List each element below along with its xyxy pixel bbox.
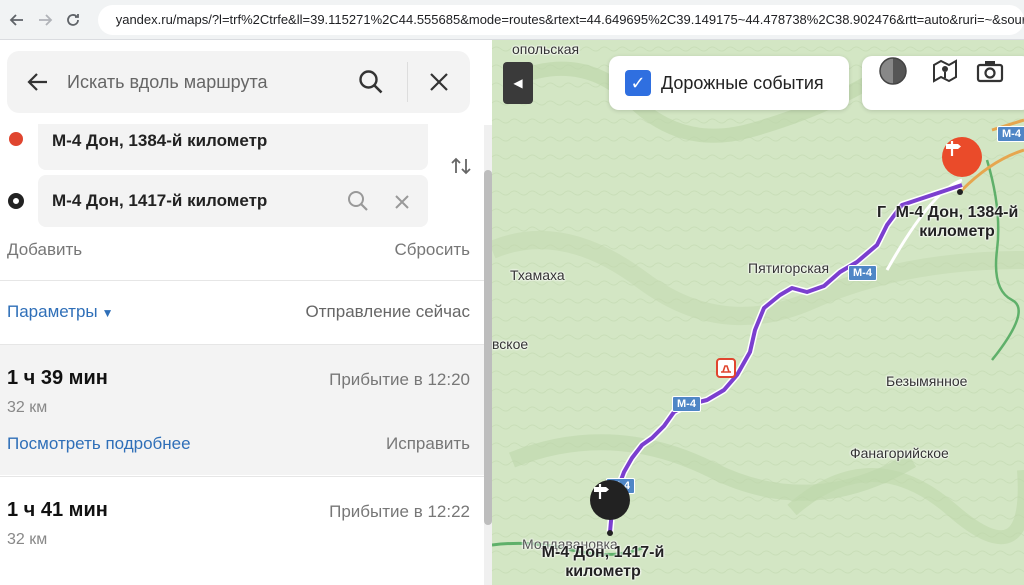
search-icon[interactable] [357,68,385,96]
layers-icon[interactable] [878,56,908,86]
road-badge: М-4 [672,396,701,412]
road-badge: М-4 [997,126,1024,142]
route-duration: 1 ч 41 мин [7,499,108,521]
road-badge: М-4 [848,265,877,281]
panorama-icon[interactable] [930,56,960,86]
collapse-panel-button[interactable]: ◀ [503,62,533,104]
back-arrow-icon[interactable] [6,9,28,31]
place-label: Г [877,204,887,221]
start-point-label: М-4 Дон, 1384-й километр [895,204,1019,240]
point-a-field[interactable]: М-4 Дон, 1384-й километр [38,124,428,170]
place-label: Тхамаха [510,267,565,283]
map-terrain [492,40,1024,585]
map-tools [862,56,1024,110]
route-arrival: Прибытие в 12:20 [329,370,470,389]
start-point-marker [9,132,23,146]
place-label: Пятигорская [748,260,830,276]
route-option-1[interactable]: 1 ч 39 мин Прибытие в 12:20 32 км Посмот… [0,345,484,475]
back-icon[interactable] [25,69,51,95]
place-label: опольская [512,41,580,57]
route-start-pin[interactable] [942,137,982,177]
traffic-events-label: Дорожные события [661,72,824,93]
search-input[interactable]: Искать вдоль маршрута [67,72,357,93]
route-option-2[interactable]: 1 ч 41 мин Прибытие в 12:22 32 км [0,477,484,585]
route-point-b: М-4 Дон, 1417-й километр [0,175,492,227]
swap-points-icon[interactable] [450,155,472,177]
traffic-events-toggle[interactable]: ✓ Дорожные события [609,56,849,110]
divider [0,280,484,281]
points-actions: Добавить Сбросить [7,240,470,260]
route-params-row: Параметры ▼ Отправление сейчас [7,302,470,322]
caret-down-icon: ▼ [101,306,114,320]
route-distance: 32 км [7,399,48,416]
forward-arrow-icon[interactable] [34,9,56,31]
signpost-icon [594,484,609,499]
departure-time[interactable]: Отправление сейчас [306,302,470,322]
divider [407,62,408,102]
search-icon[interactable] [346,189,370,213]
route-fix-link[interactable]: Исправить [386,434,470,454]
params-label: Параметры [7,302,98,321]
reload-icon[interactable] [62,9,84,31]
add-point-link[interactable]: Добавить [7,240,82,260]
url-text: yandex.ru/maps/?l=trf%2Ctrfe&ll=39.11527… [115,12,1024,27]
route-point-a: М-4 Дон, 1384-й километр [0,118,492,170]
place-label: Фанагорийское [850,445,949,461]
route-duration: 1 ч 39 мин [7,367,108,389]
road-works-icon[interactable] [716,358,736,378]
route-search-bar[interactable]: Искать вдоль маршрута [7,51,470,113]
clear-icon[interactable] [394,194,410,210]
route-panel: Искать вдоль маршрута М-4 Дон, 1384-й ки… [0,40,492,585]
camera-icon[interactable] [975,56,1005,86]
browser-toolbar: yandex.ru/maps/?l=trf%2Ctrfe&ll=39.11527… [0,0,1024,40]
close-icon[interactable] [428,71,450,93]
params-dropdown[interactable]: Параметры ▼ [7,302,114,322]
end-point-marker [8,193,24,209]
scrollbar-thumb[interactable] [484,170,492,525]
place-label: вское [492,336,529,352]
map-view[interactable]: ◀ ✓ Дорожные события опольская Пятигорск… [492,40,1024,585]
address-bar[interactable]: yandex.ru/maps/?l=trf%2Ctrfe&ll=39.11527… [97,4,1024,35]
route-end-pin[interactable] [590,480,630,520]
end-point-label: М-4 Дон, 1417-й километр [541,544,665,580]
reset-link[interactable]: Сбросить [394,240,470,260]
route-arrival: Прибытие в 12:22 [329,502,470,521]
route-distance: 32 км [7,531,48,548]
signpost-icon [946,141,961,156]
place-label: Безымянное [886,373,968,389]
route-details-link[interactable]: Посмотреть подробнее [7,434,191,454]
checkbox-checked-icon[interactable]: ✓ [625,70,651,96]
